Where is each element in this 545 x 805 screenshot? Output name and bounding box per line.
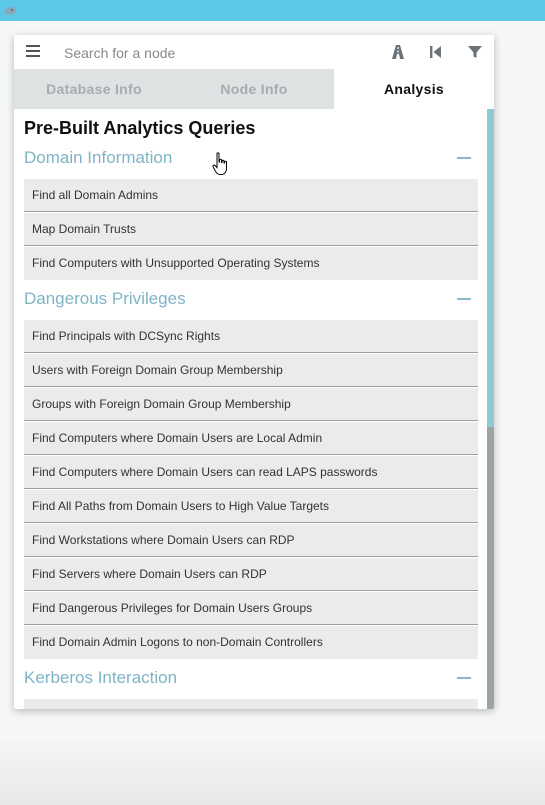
scrollbar-thumb[interactable] [487,109,494,427]
query-item[interactable]: Find all Domain Admins [24,179,478,212]
tab-node-info[interactable]: Node Info [174,69,334,109]
hamburger-menu-icon[interactable] [26,45,40,58]
collapse-domain-information-icon[interactable] [457,157,471,159]
query-item[interactable]: Find Dangerous Privileges for Domain Use… [24,592,478,625]
query-item[interactable] [24,699,478,709]
section-title-kerberos-interaction[interactable]: Kerberos Interaction [24,668,177,688]
query-item[interactable]: Find Computers with Unsupported Operatin… [24,247,478,280]
tab-analysis[interactable]: Analysis [334,69,494,109]
query-item[interactable]: Find Principals with DCSync Rights [24,320,478,353]
app-logo-icon [4,7,16,15]
query-item[interactable]: Find Computers where Domain Users are Lo… [24,422,478,455]
query-item[interactable]: Find Workstations where Domain Users can… [24,524,478,557]
query-item[interactable]: Users with Foreign Domain Group Membersh… [24,354,478,387]
search-input[interactable] [62,41,386,65]
query-item[interactable]: Map Domain Trusts [24,213,478,246]
filter-icon[interactable] [466,43,484,61]
section-title-domain-information[interactable]: Domain Information [24,148,172,168]
query-item[interactable]: Find Domain Admin Logons to non-Domain C… [24,626,478,659]
title-bar [0,0,545,21]
query-item[interactable]: Find Servers where Domain Users can RDP [24,558,478,591]
collapse-dangerous-privileges-icon[interactable] [457,298,471,300]
query-item[interactable]: Find Computers where Domain Users can re… [24,456,478,489]
query-item[interactable]: Groups with Foreign Domain Group Members… [24,388,478,421]
search-bar [14,35,494,69]
tab-database-info[interactable]: Database Info [14,69,174,109]
analysis-content: Pre-Built Analytics Queries Domain Infor… [14,109,494,709]
mouse-pointer-icon [212,152,227,175]
background-footer [0,740,545,805]
page-title: Pre-Built Analytics Queries [24,118,256,138]
query-item[interactable]: Find All Paths from Domain Users to High… [24,490,478,523]
pathfinding-icon[interactable] [389,43,407,61]
section-title-dangerous-privileges[interactable]: Dangerous Privileges [24,289,186,309]
tab-bar: Database Info Node Info Analysis [14,69,494,109]
back-icon[interactable] [427,43,445,61]
side-panel: Database Info Node Info Analysis Pre-Bui… [14,35,494,709]
scrollbar[interactable] [487,109,494,709]
scrollbar-track-lower[interactable] [487,427,494,709]
collapse-kerberos-interaction-icon[interactable] [457,677,471,679]
